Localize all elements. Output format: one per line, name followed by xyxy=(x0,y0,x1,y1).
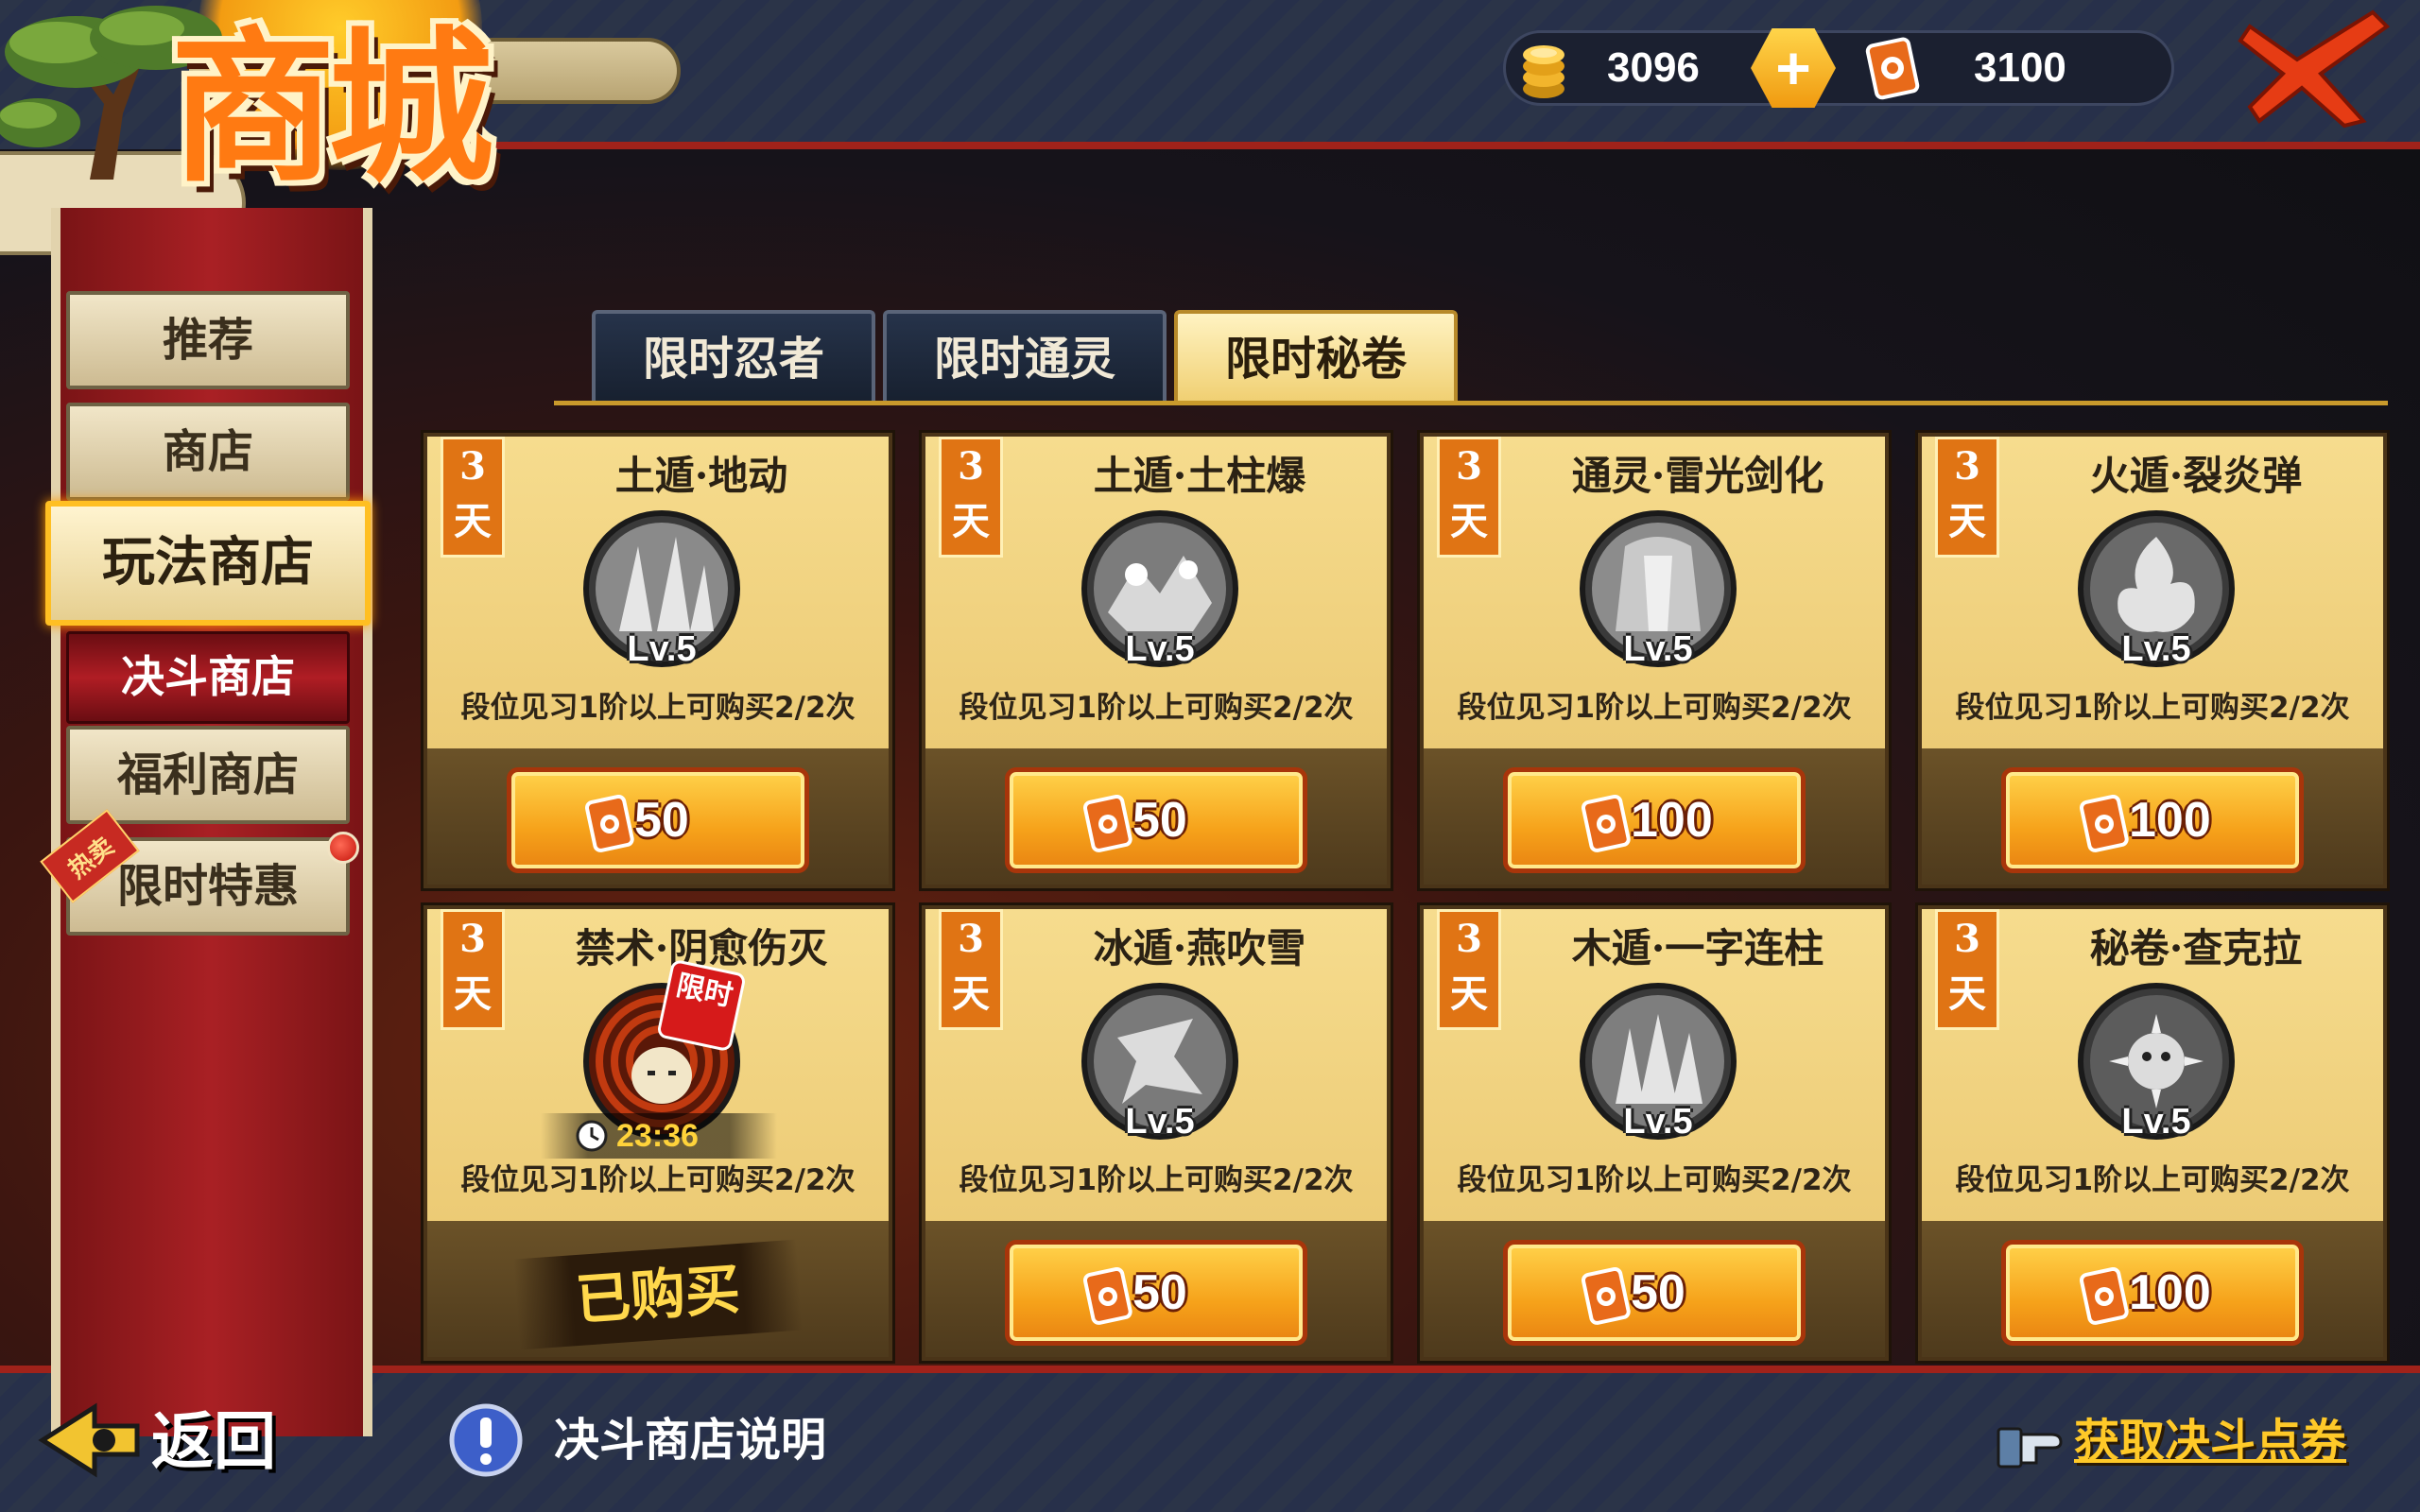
sidebar-item-shop[interactable]: 商店 xyxy=(66,403,350,501)
shop-card: 3天 通灵·雷光剑化 Lv.5 段位见习1阶以上可购买2/2次 100 xyxy=(1420,433,1889,888)
price: 50 xyxy=(1132,793,1187,848)
purchase-condition: 段位见习1阶以上可购买2/2次 xyxy=(959,1163,1354,1197)
duration-badge: 3天 xyxy=(939,437,1003,558)
item-name: 火遁·裂炎弹 xyxy=(2089,453,2303,499)
back-arrow-icon xyxy=(38,1402,140,1478)
duration-badge: 3天 xyxy=(1437,909,1501,1030)
get-tickets-label: 获取决斗点券 xyxy=(2074,1415,2347,1468)
level-label: Lv.5 xyxy=(1623,629,1693,669)
shop-card: 3天 木遁·一字连柱 Lv.5 段位见习1阶以上可购买2/2次 50 xyxy=(1420,905,1889,1361)
buy-button[interactable]: 100 xyxy=(2001,767,2304,873)
shop-card: 3天 秘卷·查克拉 Lv.5 段位见习1阶以上可购买2/2次 100 xyxy=(1918,905,2387,1361)
back-button[interactable]: 返回 xyxy=(38,1389,302,1493)
clock-icon xyxy=(576,1120,608,1152)
limited-badge: 限时 xyxy=(656,958,747,1053)
duel-ticket-icon xyxy=(1083,795,1132,852)
shop-card: 3天 禁术·阴愈伤灭 限时 23:36 段位见习1阶以上可购买2/2次 已购买 xyxy=(424,905,892,1361)
duel-ticket-icon xyxy=(2080,795,2129,852)
item-name: 木遁·一字连柱 xyxy=(1571,925,1824,971)
currency-bar xyxy=(1503,30,2174,106)
duration-badge: 3天 xyxy=(939,909,1003,1030)
purchase-condition: 段位见习1阶以上可购买2/2次 xyxy=(1457,1163,1852,1197)
price: 50 xyxy=(1631,1265,1685,1320)
price: 100 xyxy=(1631,793,1713,848)
purchase-condition: 段位见习1阶以上可购买2/2次 xyxy=(1955,1163,2350,1197)
sidebar-item-gameplay-shop[interactable]: 玩法商店 xyxy=(45,501,371,626)
item-name: 土遁·地动 xyxy=(614,453,788,499)
level-label: Lv.5 xyxy=(2121,1102,2191,1142)
ticket-value: 3100 xyxy=(1974,44,2066,91)
item-name: 冰遁·燕吹雪 xyxy=(1093,925,1306,971)
level-label: Lv.5 xyxy=(1623,1102,1693,1142)
buy-button[interactable]: 50 xyxy=(1503,1240,1806,1346)
duration-badge: 3天 xyxy=(441,437,505,558)
top-divider xyxy=(227,142,2420,149)
item-name: 土遁·土柱爆 xyxy=(1093,453,1306,499)
duration-badge: 3天 xyxy=(1437,437,1501,558)
gold-value: 3096 xyxy=(1607,44,1700,91)
close-icon[interactable] xyxy=(2231,8,2401,130)
level-label: Lv.5 xyxy=(2121,629,2191,669)
duel-ticket-icon xyxy=(1582,1267,1631,1325)
level-label: Lv.5 xyxy=(1125,1102,1195,1142)
price: 50 xyxy=(1132,1265,1187,1320)
duration-badge: 3天 xyxy=(1935,437,1999,558)
purchase-condition: 段位见习1阶以上可购买2/2次 xyxy=(1955,691,2350,725)
info-icon[interactable] xyxy=(448,1402,524,1478)
item-name: 通灵·雷光剑化 xyxy=(1571,453,1824,499)
duration-badge: 3天 xyxy=(441,909,505,1030)
shop-card: 3天 土遁·土柱爆 Lv.5 段位见习1阶以上可购买2/2次 50 xyxy=(922,433,1391,888)
back-label: 返回 xyxy=(151,1404,276,1478)
tab-underline xyxy=(554,401,2388,405)
page-title: 商城 xyxy=(170,11,493,205)
tab-limited-scroll[interactable]: 限时秘卷 xyxy=(1174,310,1458,403)
purchase-condition: 段位见习1阶以上可购买2/2次 xyxy=(460,1163,856,1197)
duel-ticket-icon xyxy=(1865,37,1920,100)
duel-shop-info-link[interactable]: 决斗商店说明 xyxy=(554,1402,826,1478)
buy-button[interactable]: 50 xyxy=(1005,1240,1307,1346)
countdown-timer: 23:36 xyxy=(541,1113,777,1159)
price: 50 xyxy=(634,793,689,848)
tab-limited-summon[interactable]: 限时通灵 xyxy=(883,310,1167,403)
sidebar-item-welfare-shop[interactable]: 福利商店 xyxy=(66,726,350,824)
level-label: Lv.5 xyxy=(627,629,697,669)
duration-badge: 3天 xyxy=(1935,909,1999,1030)
gold-coins-icon xyxy=(1523,45,1564,98)
price: 100 xyxy=(2129,793,2211,848)
shop-card: 3天 土遁·地动 Lv.5 段位见习1阶以上可购买2/2次 50 xyxy=(424,433,892,888)
buy-button[interactable]: 100 xyxy=(2001,1240,2304,1346)
level-label: Lv.5 xyxy=(1125,629,1195,669)
duel-ticket-icon xyxy=(1083,1267,1132,1325)
hand-pointer-icon xyxy=(1996,1427,2063,1469)
purchase-condition: 段位见习1阶以上可购买2/2次 xyxy=(1457,691,1852,725)
duel-ticket-icon xyxy=(1582,795,1631,852)
get-duel-tickets-link[interactable]: 获取决斗点券 xyxy=(1995,1399,2392,1484)
duel-ticket-icon xyxy=(2080,1267,2129,1325)
buy-button[interactable]: 50 xyxy=(507,767,809,873)
buy-button[interactable]: 50 xyxy=(1005,767,1307,873)
purchase-condition: 段位见习1阶以上可购买2/2次 xyxy=(959,691,1354,725)
sidebar-item-recommend[interactable]: 推荐 xyxy=(66,291,350,389)
shop-card: 3天 火遁·裂炎弹 Lv.5 段位见习1阶以上可购买2/2次 100 xyxy=(1918,433,2387,888)
timer-value: 23:36 xyxy=(616,1118,699,1154)
tab-limited-ninja[interactable]: 限时忍者 xyxy=(592,310,875,403)
notification-dot xyxy=(327,832,359,864)
item-name: 秘卷·查克拉 xyxy=(2089,925,2303,971)
buy-button[interactable]: 100 xyxy=(1503,767,1806,873)
purchase-condition: 段位见习1阶以上可购买2/2次 xyxy=(460,691,856,725)
sidebar-item-duel-shop[interactable]: 决斗商店 xyxy=(66,631,350,724)
duel-ticket-icon xyxy=(585,795,634,852)
shop-card: 3天 冰遁·燕吹雪 Lv.5 段位见习1阶以上可购买2/2次 50 xyxy=(922,905,1391,1361)
price: 100 xyxy=(2129,1265,2211,1320)
